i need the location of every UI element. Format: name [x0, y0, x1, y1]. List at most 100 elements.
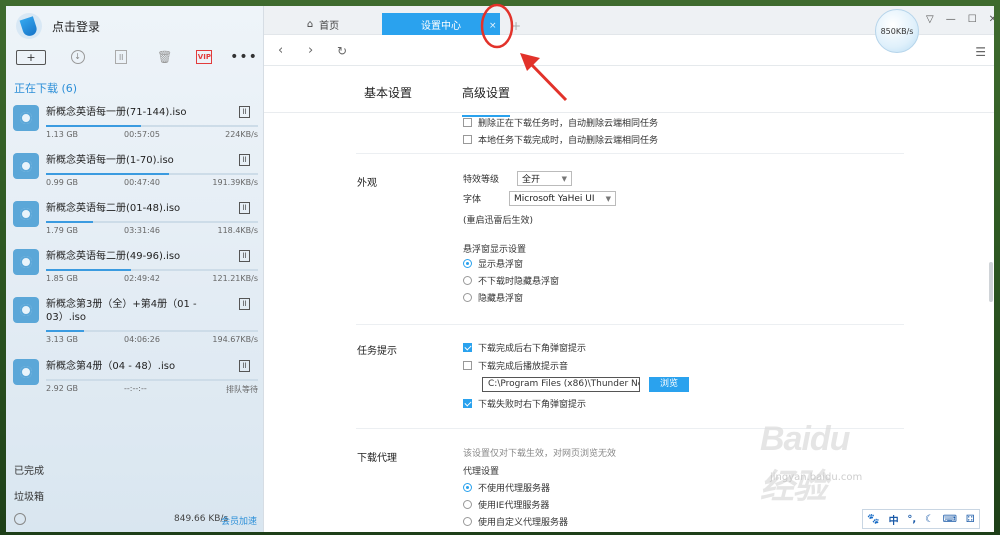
font-value: Microsoft YaHei UI	[514, 193, 595, 204]
tray-item-icon[interactable]: ⌨	[943, 514, 957, 525]
radio-button[interactable]	[463, 483, 472, 492]
radio-button[interactable]	[463, 276, 472, 285]
option-label: 下载完成后右下角弹窗提示	[478, 344, 587, 354]
download-meta: 0.99 GB 00:47:40 191.39KB/s	[46, 178, 258, 188]
radio-button[interactable]	[463, 293, 472, 302]
option-label: 本地任务下载完成时，自动删除云端相同任务	[478, 136, 659, 146]
tray-item-icon[interactable]: ⚃	[966, 514, 975, 525]
forward-icon[interactable]: ›	[308, 43, 313, 58]
settings-scrollbar[interactable]	[989, 262, 993, 302]
download-size: 0.99 GB	[46, 178, 79, 187]
watermark-brand: Baidu经验	[760, 420, 850, 506]
divider	[356, 324, 904, 325]
checkbox[interactable]	[463, 343, 472, 352]
disc-image-icon	[13, 359, 39, 385]
download-item[interactable]: 新概念英语每二册(49-96).iso ll 1.85 GB 02:49:42 121.…	[6, 246, 264, 294]
pause-icon[interactable]: ll	[239, 154, 250, 166]
delete-button[interactable]: 🗑	[153, 48, 177, 66]
option-label: 使用自定义代理服务器	[478, 518, 569, 528]
settings-content: 基本设置 高级设置 删除正在下载任务时，自动删除云端相同任务 本地任务下载完成时…	[264, 67, 994, 532]
progress-bar	[46, 221, 258, 223]
sound-path-input[interactable]: C:\Program Files (x86)\Thunder Net	[482, 377, 640, 392]
minimize-icon[interactable]: —	[946, 14, 956, 25]
tab-home[interactable]: ⌂ 首页	[264, 13, 382, 35]
option-label: 不下载时隐藏悬浮窗	[478, 277, 560, 287]
new-tab-icon[interactable]: +	[511, 19, 521, 33]
proxy-option[interactable]: 使用自定义代理服务器	[463, 515, 568, 528]
download-item[interactable]: 新概念英语每一册(71-144).iso ll 1.13 GB 00:57:05 224…	[6, 102, 264, 150]
radio-button[interactable]	[463, 500, 472, 509]
close-tab-icon[interactable]: ×	[489, 21, 497, 31]
divider	[356, 153, 904, 154]
pause-icon[interactable]: ll	[239, 106, 250, 118]
proxy-option[interactable]: 不使用代理服务器	[463, 481, 550, 494]
download-remaining-time: 00:47:40	[124, 178, 160, 187]
speed-ball[interactable]: 850KB/s	[875, 9, 919, 53]
alarm-clock-icon[interactable]	[14, 513, 26, 525]
play-sound-option[interactable]: 下载完成后播放提示音	[463, 359, 568, 372]
pause-icon[interactable]: ll	[239, 298, 250, 310]
download-remaining-time: 02:49:42	[124, 274, 160, 283]
checkbox[interactable]	[463, 118, 472, 127]
download-item[interactable]: 新概念第3册（全）+第4册（01 - 03）.iso ll 3.13 GB 04:06…	[6, 294, 264, 356]
browse-button[interactable]: 浏览	[649, 377, 689, 392]
progress-bar	[46, 269, 258, 271]
float-option[interactable]: 不下载时隐藏悬浮窗	[463, 274, 559, 287]
main-panel: ⌂ 首页 设置中心 × + ▽ — ☐ ✕ 850KB/s ‹ › ↻ ☰ 基本	[264, 6, 994, 532]
float-option[interactable]: 隐藏悬浮窗	[463, 291, 523, 304]
radio-button[interactable]	[463, 259, 472, 268]
start-button[interactable]: ↓	[66, 48, 90, 66]
new-task-button[interactable]: +	[16, 49, 46, 65]
vip-button[interactable]: VIP	[196, 50, 213, 64]
tab-settings[interactable]: 设置中心	[382, 13, 500, 35]
pause-all-button[interactable]: ll	[109, 48, 133, 66]
download-name: 新概念英语每一册(71-144).iso	[46, 107, 187, 118]
proxy-option[interactable]: 使用IE代理服务器	[463, 498, 549, 511]
pause-icon[interactable]: ll	[239, 250, 250, 262]
watermark-url: jingyan.baidu.com	[770, 472, 863, 483]
option-delete-cloud-downloading[interactable]: 删除正在下载任务时，自动删除云端相同任务	[463, 116, 658, 129]
tray-item-icon[interactable]: ☾	[925, 514, 934, 525]
progress-bar	[46, 125, 258, 127]
download-item[interactable]: 新概念第4册（04 - 48）.iso ll 2.92 GB --:--:-- 排队等待	[6, 356, 264, 404]
popup-fail-option[interactable]: 下载失败时右下角弹窗提示	[463, 397, 586, 410]
download-toolbar: + ↓ ll 🗑 VIP •••	[16, 46, 257, 68]
radio-button[interactable]	[463, 517, 472, 526]
pause-icon: ll	[115, 50, 128, 64]
pause-icon[interactable]: ll	[239, 202, 250, 214]
option-delete-cloud-completed[interactable]: 本地任务下载完成时，自动删除云端相同任务	[463, 133, 658, 146]
menu-icon[interactable]: ☰	[975, 45, 986, 59]
trash-section[interactable]: 垃圾箱	[14, 488, 44, 503]
vip-boost-link[interactable]: 会员加速	[221, 514, 257, 527]
completed-section[interactable]: 已完成	[14, 462, 44, 477]
font-select[interactable]: Microsoft YaHei UI ▼	[509, 191, 616, 206]
pause-icon[interactable]: ll	[239, 360, 250, 372]
downloading-section-title[interactable]: 正在下载 (6)	[14, 80, 77, 96]
effect-level-select[interactable]: 全开 ▼	[517, 171, 573, 186]
close-window-icon[interactable]: ✕	[989, 14, 994, 25]
refresh-icon[interactable]: ↻	[337, 44, 347, 58]
proxy-title: 下载代理	[357, 453, 397, 464]
login-label[interactable]: 点击登录	[52, 18, 100, 35]
user-login[interactable]: 点击登录	[16, 13, 100, 39]
download-meta: 1.79 GB 03:31:46 118.4KB/s	[46, 226, 258, 236]
tray-item-icon[interactable]: 中	[889, 512, 899, 527]
proxy-note: 该设置仅对下载生效，对网页浏览无效	[463, 449, 617, 459]
tray-item-icon[interactable]: °,	[907, 514, 916, 525]
tray-item-icon[interactable]: 🐾	[867, 514, 879, 525]
download-item[interactable]: 新概念英语每一册(1-70).iso ll 0.99 GB 00:47:40 191.3…	[6, 150, 264, 198]
checkbox[interactable]	[463, 399, 472, 408]
popup-done-option[interactable]: 下载完成后右下角弹窗提示	[463, 341, 586, 354]
maximize-icon[interactable]: ☐	[968, 14, 977, 25]
dropdown-menu-icon[interactable]: ▽	[926, 14, 934, 25]
disc-image-icon	[13, 297, 39, 323]
download-name: 新概念英语每二册(01-48).iso	[46, 203, 181, 214]
float-option[interactable]: 显示悬浮窗	[463, 257, 523, 270]
back-icon[interactable]: ‹	[278, 43, 283, 58]
checkbox[interactable]	[463, 135, 472, 144]
tab-home-label: 首页	[319, 20, 340, 32]
more-button[interactable]: •••	[230, 48, 257, 66]
checkbox[interactable]	[463, 361, 472, 370]
download-item[interactable]: 新概念英语每二册(01-48).iso ll 1.79 GB 03:31:46 118.…	[6, 198, 264, 246]
progress-fill	[46, 125, 142, 127]
